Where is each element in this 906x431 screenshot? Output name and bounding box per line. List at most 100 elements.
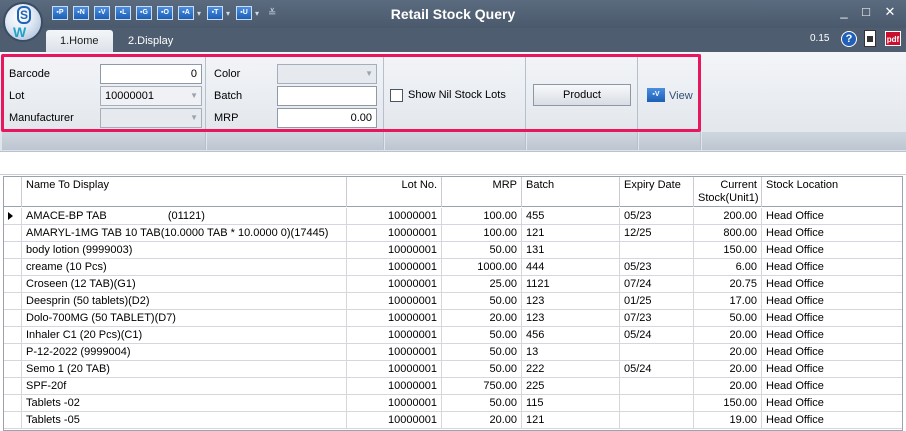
- cell-lot-no[interactable]: 10000001: [347, 242, 442, 259]
- stock-grid[interactable]: Name To Display Lot No. MRP Batch Expiry…: [3, 176, 903, 431]
- cell-location[interactable]: Head Office: [762, 276, 902, 293]
- cell-name[interactable]: body lotion (9999003): [22, 242, 347, 259]
- cell-location[interactable]: Head Office: [762, 293, 902, 310]
- minimize-button[interactable]: _: [836, 4, 852, 19]
- table-row[interactable]: Croseen (12 TAB)(G1) 10000001 25.00 1121 07/…: [4, 276, 902, 293]
- quick-u-dropdown-icon[interactable]: ▾: [255, 9, 259, 18]
- cell-name[interactable]: Deesprin (50 tablets)(D2): [22, 293, 347, 310]
- header-expiry-date[interactable]: Expiry Date: [620, 177, 694, 207]
- cell-expiry[interactable]: 05/23: [620, 259, 694, 276]
- cell-stock[interactable]: 20.00: [694, 378, 762, 395]
- cell-stock[interactable]: 6.00: [694, 259, 762, 276]
- row-indicator[interactable]: [4, 378, 22, 395]
- color-select[interactable]: ▼: [277, 64, 377, 84]
- table-row[interactable]: P-12-2022 (9999004) 10000001 50.00 13 20.00 H…: [4, 344, 902, 361]
- row-indicator[interactable]: [4, 344, 22, 361]
- cell-lot-no[interactable]: 10000001: [347, 412, 442, 429]
- cell-name[interactable]: SPF-20f: [22, 378, 347, 395]
- header-batch[interactable]: Batch: [522, 177, 620, 207]
- row-indicator[interactable]: [4, 208, 22, 225]
- tab-home[interactable]: 1.Home: [46, 30, 113, 52]
- cell-batch[interactable]: 1121: [522, 276, 620, 293]
- close-button[interactable]: ✕: [882, 4, 898, 20]
- help-icon[interactable]: ?: [841, 31, 857, 47]
- row-indicator[interactable]: [4, 276, 22, 293]
- tab-display[interactable]: 2.Display: [114, 30, 187, 52]
- cell-expiry[interactable]: 05/24: [620, 361, 694, 378]
- cell-batch[interactable]: 222: [522, 361, 620, 378]
- cell-name[interactable]: AMARYL-1MG TAB 10 TAB(10.0000 TAB * 10.0…: [22, 225, 347, 242]
- cell-stock[interactable]: 800.00: [694, 225, 762, 242]
- cell-location[interactable]: Head Office: [762, 242, 902, 259]
- cell-expiry[interactable]: 07/24: [620, 276, 694, 293]
- cell-expiry[interactable]: [620, 412, 694, 429]
- cell-batch[interactable]: 456: [522, 327, 620, 344]
- cell-lot-no[interactable]: 10000001: [347, 310, 442, 327]
- cell-lot-no[interactable]: 10000001: [347, 378, 442, 395]
- cell-mrp[interactable]: 1000.00: [442, 259, 522, 276]
- cell-stock[interactable]: 20.75: [694, 276, 762, 293]
- table-row[interactable]: body lotion (9999003) 10000001 50.00 131 150…: [4, 242, 902, 259]
- table-row[interactable]: Tablets -05 10000001 20.00 121 19.00 Head Off…: [4, 412, 902, 429]
- cell-location[interactable]: Head Office: [762, 378, 902, 395]
- cell-lot-no[interactable]: 10000001: [347, 293, 442, 310]
- barcode-input[interactable]: 0: [100, 64, 202, 84]
- cell-name[interactable]: creame (10 Pcs): [22, 259, 347, 276]
- quick-v-icon[interactable]: ▪V: [94, 6, 110, 20]
- row-indicator[interactable]: [4, 242, 22, 259]
- header-name[interactable]: Name To Display: [22, 177, 347, 207]
- quick-g-icon[interactable]: ▪G: [136, 6, 152, 20]
- table-row[interactable]: Semo 1 (20 TAB) 10000001 50.00 222 05/24 20.0…: [4, 361, 902, 378]
- cell-batch[interactable]: 455: [522, 208, 620, 225]
- cell-lot-no[interactable]: 10000001: [347, 327, 442, 344]
- quick-n-icon[interactable]: ▪N: [73, 6, 89, 20]
- table-row[interactable]: AMACE-BP TAB (01121) 10000001 100.00 455 05/…: [4, 208, 902, 225]
- cell-name[interactable]: P-12-2022 (9999004): [22, 344, 347, 361]
- view-button[interactable]: View: [669, 90, 693, 102]
- cell-lot-no[interactable]: 10000001: [347, 395, 442, 412]
- quick-p-icon[interactable]: ▪P: [52, 6, 68, 20]
- cell-name[interactable]: Tablets -05: [22, 412, 347, 429]
- cell-location[interactable]: Head Office: [762, 310, 902, 327]
- cell-location[interactable]: Head Office: [762, 259, 902, 276]
- cell-mrp[interactable]: 20.00: [442, 310, 522, 327]
- cell-location[interactable]: Head Office: [762, 412, 902, 429]
- table-row[interactable]: creame (10 Pcs) 10000001 1000.00 444 05/23 6.…: [4, 259, 902, 276]
- cell-mrp[interactable]: 50.00: [442, 395, 522, 412]
- cell-expiry[interactable]: 01/25: [620, 293, 694, 310]
- cell-lot-no[interactable]: 10000001: [347, 276, 442, 293]
- row-indicator[interactable]: [4, 310, 22, 327]
- cell-expiry[interactable]: 05/23: [620, 208, 694, 225]
- cell-mrp[interactable]: 50.00: [442, 242, 522, 259]
- mrp-input[interactable]: 0.00: [277, 108, 377, 128]
- cell-stock[interactable]: 150.00: [694, 242, 762, 259]
- quick-a-icon[interactable]: ▪A: [178, 6, 194, 20]
- cell-expiry[interactable]: [620, 395, 694, 412]
- quick-t-dropdown-icon[interactable]: ▾: [226, 9, 230, 18]
- header-current-stock[interactable]: Current Stock(Unit1): [694, 177, 762, 207]
- cell-location[interactable]: Head Office: [762, 208, 902, 225]
- cell-batch[interactable]: 123: [522, 310, 620, 327]
- cell-stock[interactable]: 20.00: [694, 344, 762, 361]
- cell-stock[interactable]: 150.00: [694, 395, 762, 412]
- product-button[interactable]: Product: [533, 84, 631, 106]
- cell-lot-no[interactable]: 10000001: [347, 259, 442, 276]
- cell-name[interactable]: AMACE-BP TAB (01121): [22, 208, 347, 225]
- row-indicator[interactable]: [4, 395, 22, 412]
- cell-batch[interactable]: 121: [522, 412, 620, 429]
- cell-location[interactable]: Head Office: [762, 344, 902, 361]
- show-nil-stock-checkbox[interactable]: [390, 89, 403, 102]
- cell-batch[interactable]: 225: [522, 378, 620, 395]
- cell-expiry[interactable]: [620, 344, 694, 361]
- cell-lot-no[interactable]: 10000001: [347, 344, 442, 361]
- row-indicator[interactable]: [4, 293, 22, 310]
- table-row[interactable]: Deesprin (50 tablets)(D2) 10000001 50.00 12…: [4, 293, 902, 310]
- cell-mrp[interactable]: 50.00: [442, 361, 522, 378]
- row-indicator[interactable]: [4, 327, 22, 344]
- cell-stock[interactable]: 20.00: [694, 361, 762, 378]
- cell-mrp[interactable]: 20.00: [442, 412, 522, 429]
- quick-o-icon[interactable]: ▪O: [157, 6, 173, 20]
- cell-name[interactable]: Croseen (12 TAB)(G1): [22, 276, 347, 293]
- cell-batch[interactable]: 123: [522, 293, 620, 310]
- cell-stock[interactable]: 50.00: [694, 310, 762, 327]
